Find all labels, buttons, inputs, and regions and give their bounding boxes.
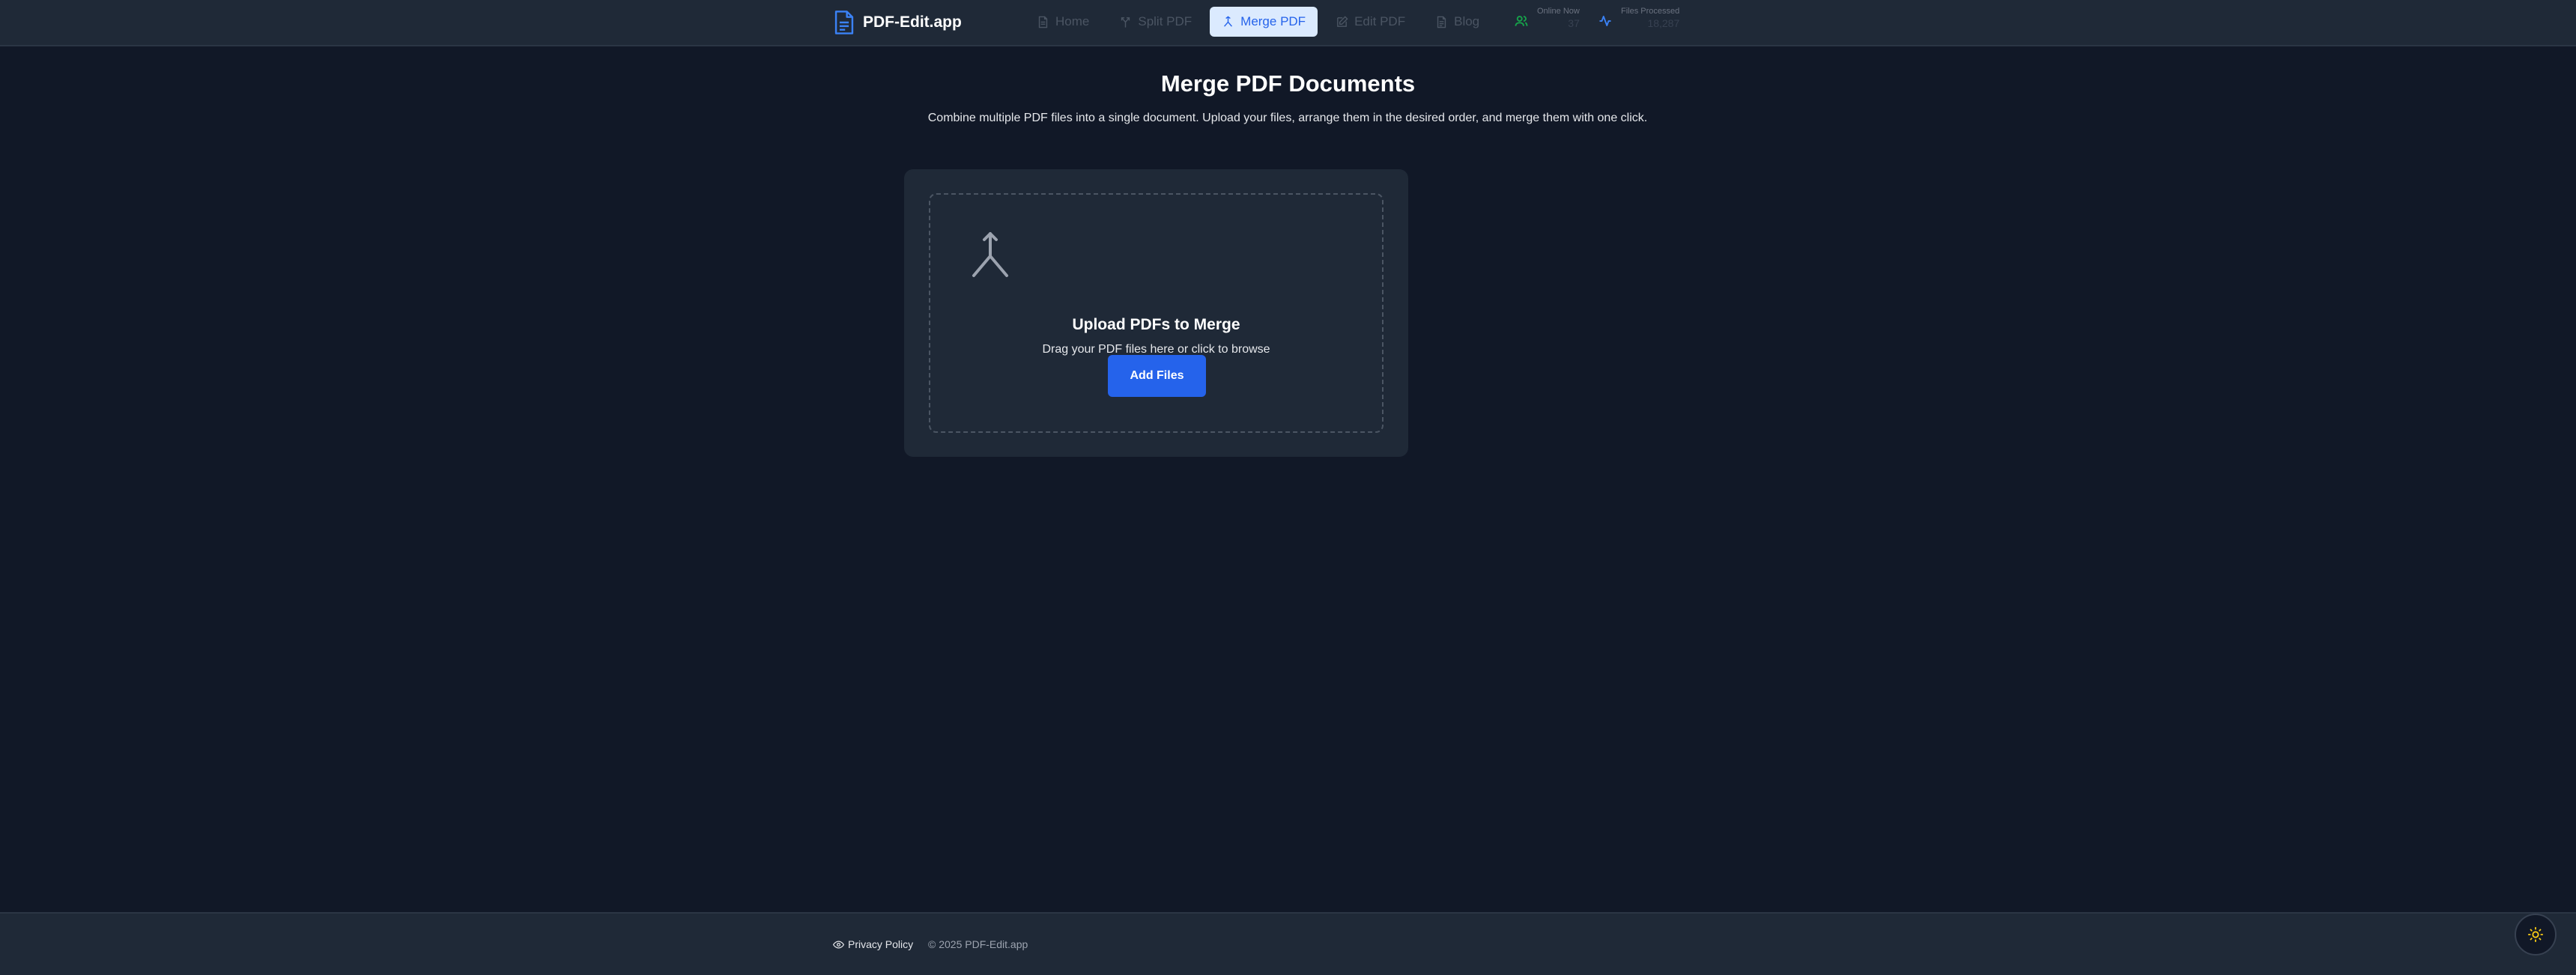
- brand-logo[interactable]: PDF-Edit.app: [833, 9, 962, 36]
- upload-card: Upload PDFs to Merge Drag your PDF files…: [904, 169, 1408, 457]
- online-now-label: Online Now: [1537, 7, 1580, 16]
- footer: Privacy Policy © 2025 PDF-Edit.app: [0, 912, 2576, 975]
- nav-home-label: Home: [1055, 14, 1090, 28]
- file-text-icon: [1437, 16, 1446, 28]
- privacy-policy-label: Privacy Policy: [848, 938, 914, 950]
- files-processed-label: Files Processed: [1621, 7, 1680, 16]
- online-now-value: 37: [1568, 17, 1580, 29]
- activity-icon: [1599, 16, 1611, 26]
- online-now-stat: Online Now 37: [1515, 6, 1580, 30]
- nav-edit-pdf-label: Edit PDF: [1354, 14, 1406, 28]
- page-description: Combine multiple PDF files into a single…: [927, 112, 1648, 124]
- page-title: Merge PDF Documents: [1160, 70, 1416, 97]
- split-icon: [1121, 16, 1130, 28]
- file-icon: [1038, 16, 1048, 28]
- nav-blog-label: Blog: [1454, 14, 1480, 28]
- users-icon: [1515, 16, 1528, 26]
- merge-icon: [972, 232, 1008, 277]
- nav-split-pdf-label: Split PDF: [1138, 14, 1192, 28]
- privacy-policy-link[interactable]: Privacy Policy: [833, 938, 913, 950]
- eye-icon: [833, 940, 844, 949]
- nav-merge-pdf-label: Merge PDF: [1240, 14, 1306, 28]
- theme-toggle-button[interactable]: [2515, 914, 2557, 956]
- edit-icon: [1337, 15, 1348, 27]
- files-processed-value: 18,287: [1647, 17, 1680, 29]
- nav-edit-pdf[interactable]: Edit PDF: [1324, 7, 1417, 37]
- document-icon: [834, 10, 854, 34]
- nav-merge-pdf[interactable]: Merge PDF: [1210, 7, 1318, 37]
- nav-blog[interactable]: Blog: [1423, 7, 1491, 37]
- copyright-text: © 2025 PDF-Edit.app: [928, 938, 1028, 950]
- add-files-button[interactable]: Add Files: [1108, 355, 1206, 397]
- files-processed-stat: Files Processed 18,287: [1598, 6, 1679, 30]
- sun-icon: [2527, 926, 2544, 943]
- main-nav: Home Split PDF Merge PDF Edit PDF Blog: [1025, 7, 1497, 37]
- merge-icon: [1224, 16, 1233, 27]
- drop-zone[interactable]: Upload PDFs to Merge Drag your PDF files…: [929, 193, 1384, 433]
- top-navigation-bar: PDF-Edit.app Home Split PDF Merge PDF Ed…: [0, 0, 2576, 46]
- nav-home[interactable]: Home: [1025, 7, 1101, 37]
- nav-split-pdf[interactable]: Split PDF: [1107, 7, 1204, 37]
- brand-name: PDF-Edit.app: [863, 13, 962, 31]
- upload-title: Upload PDFs to Merge: [1072, 316, 1240, 333]
